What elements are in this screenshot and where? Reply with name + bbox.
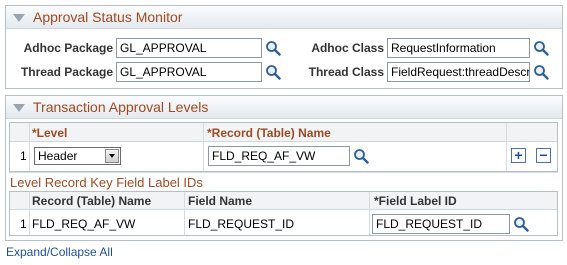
divider <box>9 172 558 173</box>
thread-package-label: Thread Package <box>20 65 113 79</box>
thread-class-label: Thread Class <box>308 65 384 79</box>
col-field-name: Field Name <box>188 194 253 208</box>
adhoc-package-label: Adhoc Package <box>23 41 113 55</box>
triangle-down-icon[interactable] <box>13 104 25 112</box>
remove-row-button[interactable]: − <box>536 148 551 163</box>
level-select[interactable]: Header <box>34 147 121 165</box>
key-field-name: FLD_REQUEST_ID <box>188 217 295 231</box>
approval-status-title: Approval Status Monitor <box>33 9 183 25</box>
magnifier-icon[interactable] <box>533 64 549 80</box>
approval-levels-title: Transaction Approval Levels <box>33 99 209 115</box>
chevron-down-icon[interactable] <box>105 149 119 163</box>
adhoc-package-field[interactable]: GL_APPROVAL <box>116 38 262 58</box>
magnifier-icon[interactable] <box>265 40 281 56</box>
approval-status-header[interactable]: Approval Status Monitor <box>6 6 562 29</box>
col-record-table-name: Record (Table) Name <box>32 194 152 208</box>
field-label-id-field[interactable]: FLD_REQUEST_ID <box>372 214 510 234</box>
thread-class-field[interactable]: FieldRequest:threadDescr <box>387 62 530 82</box>
divider <box>29 123 30 171</box>
row-number: 1 <box>20 149 27 163</box>
divider <box>29 192 30 235</box>
row-number: 1 <box>20 217 27 231</box>
divider <box>369 192 370 235</box>
magnifier-icon[interactable] <box>513 216 529 232</box>
col-field-label-id: *Field Label ID <box>374 194 457 208</box>
key-record-name: FLD_REQ_AF_VW <box>32 217 136 231</box>
thread-package-field[interactable]: GL_APPROVAL <box>116 62 262 82</box>
magnifier-icon[interactable] <box>265 64 281 80</box>
col-record-table-name: *Record (Table) Name <box>207 126 331 140</box>
expand-collapse-all-link[interactable]: Expand/Collapse All <box>6 245 113 259</box>
triangle-down-icon[interactable] <box>13 14 25 22</box>
add-row-button[interactable]: + <box>511 148 526 163</box>
divider <box>184 192 185 235</box>
divider <box>506 123 507 171</box>
approval-levels-header[interactable]: Transaction Approval Levels <box>6 96 562 119</box>
magnifier-icon[interactable] <box>353 148 369 164</box>
adhoc-class-label: Adhoc Class <box>311 41 384 55</box>
level-select-value: Header <box>38 149 78 163</box>
adhoc-class-field[interactable]: RequestInformation <box>387 38 530 58</box>
key-fields-title: Level Record Key Field Label IDs <box>10 175 203 190</box>
magnifier-icon[interactable] <box>533 40 549 56</box>
record-table-name-field[interactable]: FLD_REQ_AF_VW <box>208 146 350 166</box>
col-level: *Level <box>32 126 68 140</box>
divider <box>203 123 204 171</box>
